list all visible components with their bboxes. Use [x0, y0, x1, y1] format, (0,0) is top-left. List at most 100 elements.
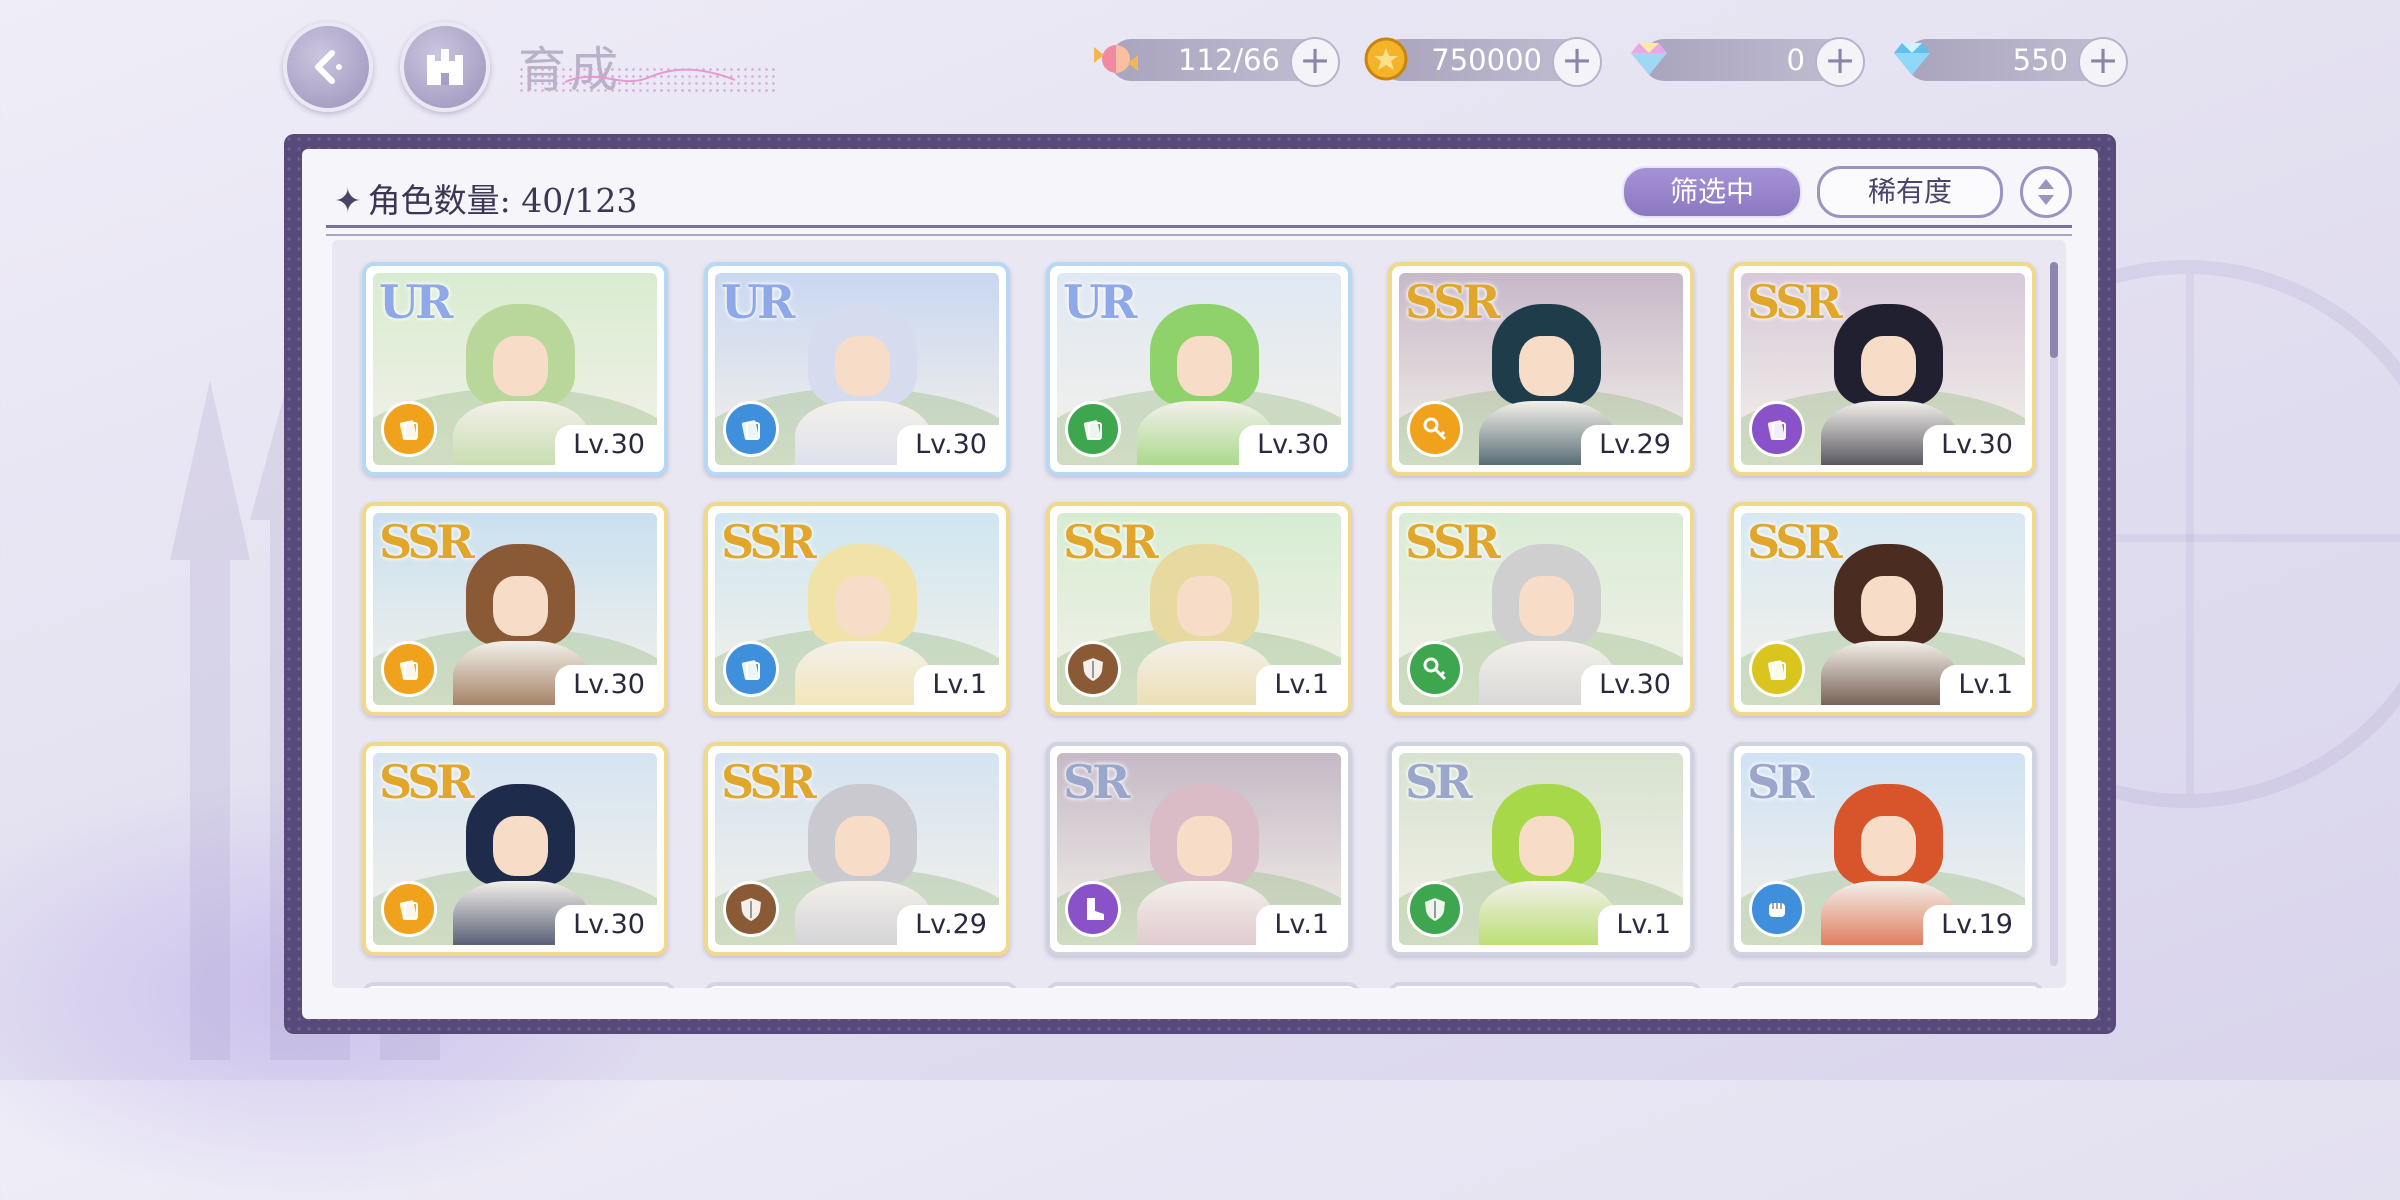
character-card[interactable]: UR Lv.30 [704, 262, 1010, 476]
character-card-partial[interactable] [704, 982, 1018, 988]
candy-add-button[interactable]: + [1290, 37, 1340, 87]
rarity-badge: SSR [1747, 275, 1843, 329]
character-card[interactable]: SSR Lv.1 [1046, 502, 1352, 716]
grid-scroll-thumb[interactable] [2050, 262, 2058, 358]
element-badge [1407, 401, 1463, 457]
key-icon [1423, 417, 1447, 441]
rarity-badge: UR [721, 275, 795, 329]
character-portrait: SSR Lv.30 [1741, 273, 2025, 465]
back-button[interactable] [283, 22, 373, 112]
rarity-badge: SR [1063, 755, 1130, 809]
character-portrait: UR Lv.30 [373, 273, 657, 465]
character-figure [1136, 543, 1273, 705]
blue-diamond-icon [1894, 43, 1930, 75]
book-icon [741, 660, 760, 681]
element-badge [381, 881, 437, 937]
character-portrait: SSR Lv.30 [373, 753, 657, 945]
character-portrait: SSR Lv.29 [1399, 273, 1683, 465]
character-card-partial[interactable] [362, 982, 676, 988]
element-badge [381, 641, 437, 697]
character-portrait: SR Lv.1 [1057, 753, 1341, 945]
candy-icon [1094, 45, 1138, 73]
character-card[interactable]: SR Lv.19 [1730, 742, 2036, 956]
character-figure [1136, 783, 1273, 945]
blue-gem-counter: 550 + [1894, 37, 2128, 87]
character-card-partial[interactable] [1388, 982, 1702, 988]
character-card[interactable]: SSR Lv.1 [1730, 502, 2036, 716]
book-icon [741, 420, 760, 441]
element-badge [1065, 881, 1121, 937]
grid-scrollbar[interactable] [2050, 262, 2058, 966]
character-card[interactable]: SSR Lv.1 [704, 502, 1010, 716]
character-portrait: SR Lv.19 [1741, 753, 2025, 945]
character-figure [1478, 783, 1615, 945]
character-card[interactable]: SSR Lv.30 [1388, 502, 1694, 716]
rarity-badge: UR [1063, 275, 1137, 329]
level-label: Lv.30 [555, 905, 657, 945]
rarity-badge: SSR [1747, 515, 1843, 569]
character-portrait: SSR Lv.1 [1057, 513, 1341, 705]
character-portrait: SSR Lv.30 [1399, 513, 1683, 705]
rainbow-diamond-icon [1631, 43, 1667, 75]
level-label: Lv.1 [1940, 665, 2025, 705]
character-card[interactable]: SSR Lv.29 [1388, 262, 1694, 476]
character-portrait: UR Lv.30 [1057, 273, 1341, 465]
character-grid: UR Lv.30 UR Lv.30 UR Lv.30 SSR Lv.29 SSR Lv.30 SSR… [332, 240, 2066, 988]
key-icon [1423, 657, 1447, 681]
sort-by-rarity-button[interactable]: 稀有度 [1817, 166, 2003, 218]
title-swash-decoration [564, 68, 736, 83]
character-card[interactable]: UR Lv.30 [362, 262, 668, 476]
element-badge [1749, 641, 1805, 697]
home-button[interactable] [400, 22, 490, 112]
rarity-badge: SSR [721, 515, 817, 569]
level-label: Lv.19 [1923, 905, 2025, 945]
level-label: Lv.29 [897, 905, 999, 945]
gold-add-button[interactable]: + [1552, 37, 1602, 87]
level-label: Lv.30 [897, 425, 999, 465]
character-card-partial[interactable] [1046, 982, 1360, 988]
rarity-badge: SSR [1405, 275, 1501, 329]
character-card[interactable]: SSR Lv.29 [704, 742, 1010, 956]
character-card[interactable]: SR Lv.1 [1046, 742, 1352, 956]
character-card[interactable]: SSR Lv.30 [1730, 262, 2036, 476]
rarity-badge: SSR [379, 515, 475, 569]
book-icon [1083, 420, 1102, 441]
character-card[interactable]: SR Lv.1 [1388, 742, 1694, 956]
character-card[interactable]: SSR Lv.30 [362, 502, 668, 716]
character-card-partial[interactable] [1730, 982, 2044, 988]
level-label: Lv.1 [1598, 905, 1683, 945]
sparkle-icon: ✦ [334, 181, 362, 220]
header-divider [326, 225, 2072, 236]
element-badge [1749, 881, 1805, 937]
level-label: Lv.1 [914, 665, 999, 705]
candy-value: 112/66 [1177, 43, 1280, 77]
rarity-badge: SSR [721, 755, 817, 809]
book-icon [399, 900, 418, 921]
rainbow-gem-value: 0 [1786, 43, 1805, 77]
filter-button[interactable]: 筛选中 [1622, 166, 1802, 218]
level-label: Lv.30 [1239, 425, 1341, 465]
rarity-badge: SR [1747, 755, 1814, 809]
character-count: ✦ 角色数量: 40/123 [334, 174, 637, 222]
blue-gem-add-button[interactable]: + [2078, 37, 2128, 87]
character-portrait: SR Lv.1 [1399, 753, 1683, 945]
shield-icon [1083, 658, 1103, 681]
rarity-badge: SSR [1405, 515, 1501, 569]
element-badge [1407, 641, 1463, 697]
rarity-badge: SSR [1063, 515, 1159, 569]
level-label: Lv.30 [1923, 425, 2025, 465]
level-label: Lv.30 [555, 665, 657, 705]
sort-order-toggle[interactable] [2020, 166, 2072, 218]
element-badge [723, 401, 779, 457]
character-card[interactable]: SSR Lv.30 [362, 742, 668, 956]
character-portrait: SSR Lv.1 [1741, 513, 2025, 705]
back-arrow-icon [315, 50, 342, 84]
rainbow-gem-add-button[interactable]: + [1815, 37, 1865, 87]
castle-home-icon [427, 49, 463, 85]
book-icon [399, 420, 418, 441]
gold-counter: 750000 + [1364, 37, 1602, 87]
gold-value: 750000 [1431, 43, 1542, 77]
boot-icon [1087, 898, 1104, 920]
candy-counter: 112/66 + [1094, 37, 1340, 87]
character-card[interactable]: UR Lv.30 [1046, 262, 1352, 476]
